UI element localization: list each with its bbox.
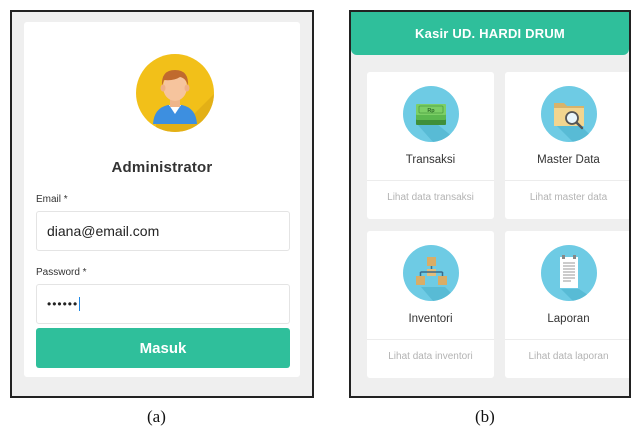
menu-title-laporan: Laporan [547,313,590,325]
login-card: Administrator Email * diana@email.com Pa… [24,22,300,377]
money-label: Rp [427,108,435,114]
menu-title-master-data: Master Data [537,154,600,166]
menu-subtitle-transaksi: Lihat data transaksi [387,192,474,203]
caption-b: (b) [475,407,495,426]
divider [505,180,629,181]
menu-title-transaksi: Transaksi [405,154,456,166]
password-field[interactable]: •••••• [36,284,290,324]
app-bar: Kasir UD. HARDI DRUM [351,12,629,55]
caption-a: (a) [147,407,166,426]
divider [367,180,494,181]
menu-card-transaksi[interactable]: Rp Transaksi Lihat data transaksi [367,72,494,219]
menu-subtitle-inventori: Lihat data inventori [388,351,473,362]
password-label: Password * [36,267,87,278]
password-value: •••••• [47,297,79,311]
app-title: Kasir UD. HARDI DRUM [415,26,565,41]
inventory-boxes-icon [403,245,459,301]
menu-card-laporan[interactable]: Laporan Lihat data laporan [505,231,629,378]
report-document-icon [541,245,597,301]
email-value: diana@email.com [47,223,160,239]
money-icon: Rp [403,86,459,142]
divider [367,339,494,340]
user-avatar-icon [136,54,214,132]
menu-subtitle-laporan: Lihat data laporan [528,351,609,362]
folder-search-icon [541,86,597,142]
login-screen: Administrator Email * diana@email.com Pa… [10,10,314,398]
menu-card-master-data[interactable]: Master Data Lihat master data [505,72,629,219]
menu-card-inventori[interactable]: Inventori Lihat data inventori [367,231,494,378]
text-cursor [79,297,81,311]
role-title: Administrator [111,159,213,176]
divider [505,339,629,340]
dashboard-screen: Kasir UD. HARDI DRUM Rp Transaksi Lihat … [349,10,631,398]
login-button[interactable]: Masuk [36,328,290,368]
email-label: Email * [36,194,68,205]
menu-subtitle-master-data: Lihat master data [529,192,608,203]
email-field[interactable]: diana@email.com [36,211,290,251]
menu-title-inventori: Inventori [408,313,453,325]
